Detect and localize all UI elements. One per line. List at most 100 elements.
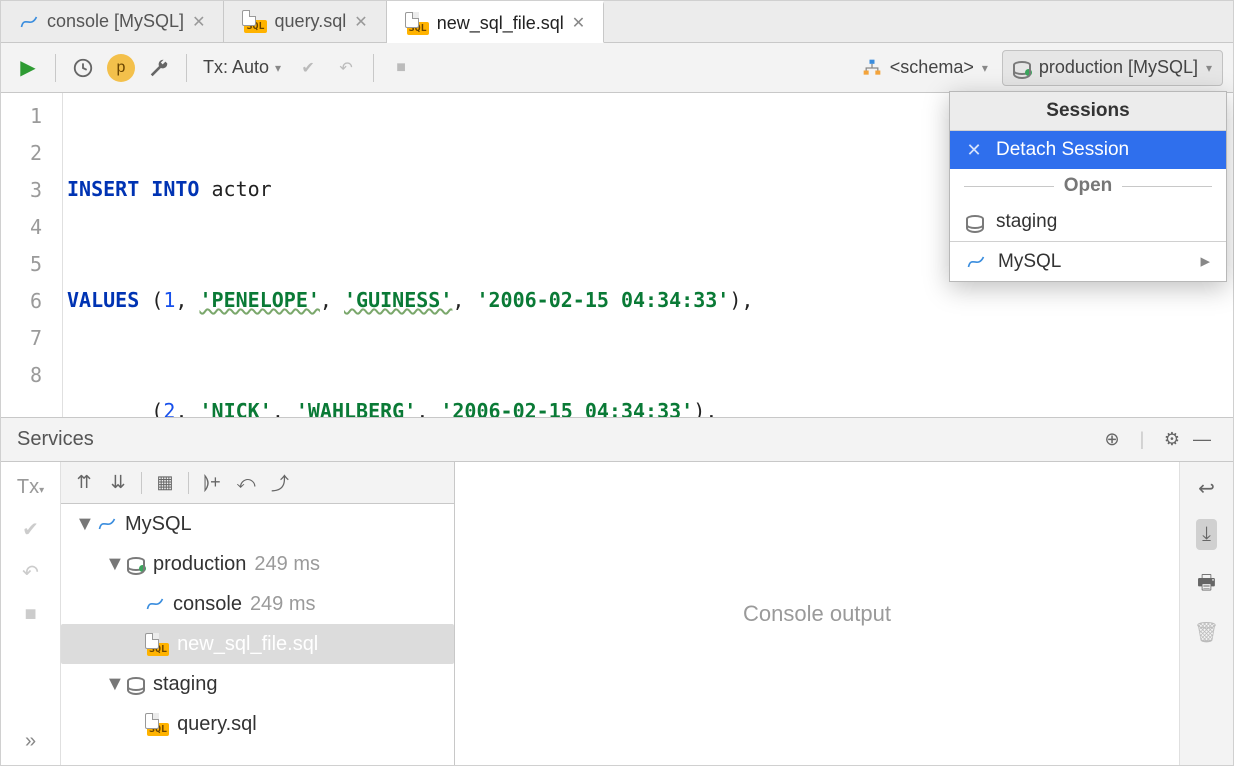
more-icon[interactable]: » xyxy=(25,730,36,753)
tree-node-query-sql[interactable]: SQL query.sql xyxy=(61,704,454,744)
tx-label: Tx: Auto xyxy=(203,57,269,78)
tree-node-new-sql-file[interactable]: SQL new_sql_file.sql xyxy=(61,624,454,664)
chevron-down-icon: ▼ xyxy=(75,513,89,536)
sql-file-icon: SQL xyxy=(405,12,429,35)
chevron-down-icon: ▾ xyxy=(982,61,988,75)
chevron-down-icon: ▾ xyxy=(1206,61,1212,75)
history-icon xyxy=(72,57,94,79)
sql-file-icon: SQL xyxy=(145,713,169,736)
tab-label: query.sql xyxy=(275,11,347,32)
commit-icon[interactable]: ✔ xyxy=(22,517,39,542)
node-label: production xyxy=(153,553,246,576)
node-meta: 249 ms xyxy=(254,553,320,576)
datasource-icon xyxy=(97,514,117,534)
node-label: new_sql_file.sql xyxy=(177,633,318,656)
stop-icon[interactable]: ■ xyxy=(24,603,36,626)
scroll-to-end-icon[interactable]: ⤓ xyxy=(1196,519,1217,550)
soft-wrap-icon[interactable]: ↩ xyxy=(1198,476,1215,501)
chevron-down-icon: ▼ xyxy=(105,673,119,696)
services-tree-pane: ⇈ ⇊ ▦ ⟭+ ⤺ ⤴ ▼ MySQL ▼ production xyxy=(61,462,455,765)
gutter: 1 2 3 4 5 6 7 8 xyxy=(1,93,63,417)
console-output: Console output xyxy=(455,462,1179,765)
item-label: staging xyxy=(996,211,1057,233)
panel-title: Services xyxy=(17,428,94,451)
line-number: 5 xyxy=(1,245,62,282)
node-label: console xyxy=(173,593,242,616)
sessions-dropdown: Sessions ✕ Detach Session Open staging M… xyxy=(949,91,1227,282)
detach-session-item[interactable]: ✕ Detach Session xyxy=(950,131,1226,169)
gear-icon[interactable]: ⚙ xyxy=(1157,429,1187,450)
line-number: 7 xyxy=(1,319,62,356)
collapse-all-icon[interactable]: ⇊ xyxy=(103,472,133,493)
open-divider: Open xyxy=(950,169,1226,203)
db-label: production [MySQL] xyxy=(1039,57,1198,78)
services-rightbar: ↩ ⤓ 🖶 🗑 xyxy=(1179,462,1233,765)
node-label: MySQL xyxy=(125,513,192,536)
tree-node-production[interactable]: ▼ production 249 ms xyxy=(61,544,454,584)
wrench-icon xyxy=(148,57,170,79)
services-tree[interactable]: ▼ MySQL ▼ production 249 ms console 249 … xyxy=(61,504,454,765)
services-panel: Services ⊕ | ⚙ — Tx▾ ✔ ↶ ■ » ⇈ ⇊ ▦ ⟭+ ⤺ … xyxy=(1,418,1233,765)
schema-selector[interactable]: <schema> ▾ xyxy=(852,50,998,86)
line-number: 4 xyxy=(1,208,62,245)
database-icon xyxy=(966,215,984,229)
minimize-icon[interactable]: — xyxy=(1187,429,1217,450)
tab-console[interactable]: console [MySQL] ✕ xyxy=(1,1,224,42)
datasource-mysql[interactable]: MySQL ▸ xyxy=(950,242,1226,281)
expand-all-icon[interactable]: ⇈ xyxy=(69,472,99,493)
line-number: 2 xyxy=(1,134,62,171)
database-icon xyxy=(127,557,145,571)
services-leftbar: Tx▾ ✔ ↶ ■ » xyxy=(1,462,61,765)
tree-node-mysql[interactable]: ▼ MySQL xyxy=(61,504,454,544)
branch-icon[interactable]: ⤺ xyxy=(231,472,261,493)
database-icon xyxy=(127,677,145,691)
chevron-right-icon: ▸ xyxy=(1200,250,1210,273)
services-header: Services ⊕ | ⚙ — xyxy=(1,418,1233,462)
rollback-button[interactable]: ↶ xyxy=(329,51,363,85)
tab-new-sql-file[interactable]: SQL new_sql_file.sql ✕ xyxy=(387,1,605,43)
tree-node-console[interactable]: console 249 ms xyxy=(61,584,454,624)
session-selector[interactable]: production [MySQL] ▾ xyxy=(1002,50,1223,86)
tab-label: console [MySQL] xyxy=(47,11,184,32)
datasource-icon xyxy=(19,12,39,32)
node-meta: 249 ms xyxy=(250,593,316,616)
node-label: query.sql xyxy=(177,713,257,736)
group-icon[interactable]: ▦ xyxy=(150,472,180,493)
run-button[interactable]: ▶ xyxy=(11,51,45,85)
line-number: 1 xyxy=(1,97,62,134)
filter-icon[interactable]: ⟭+ xyxy=(197,472,227,493)
chevron-down-icon: ▾ xyxy=(275,61,281,75)
item-label: MySQL xyxy=(998,251,1061,273)
tx-mode-selector[interactable]: Tx: Auto ▾ xyxy=(197,57,287,78)
close-icon[interactable]: ✕ xyxy=(192,12,205,32)
merge-icon[interactable]: ⤴ xyxy=(265,470,295,496)
tree-node-staging[interactable]: ▼ staging xyxy=(61,664,454,704)
trash-icon[interactable]: 🗑 xyxy=(1194,620,1219,645)
editor-tabs: console [MySQL] ✕ SQL query.sql ✕ SQL ne… xyxy=(1,1,1233,43)
schema-label: <schema> xyxy=(890,57,974,78)
tx-label[interactable]: Tx▾ xyxy=(17,476,44,499)
settings-button[interactable] xyxy=(142,51,176,85)
commit-button[interactable]: ✔ xyxy=(291,51,325,85)
print-icon[interactable]: 🖶 xyxy=(1197,568,1216,602)
services-toolbar: ⇈ ⇊ ▦ ⟭+ ⤺ ⤴ xyxy=(61,462,454,504)
cancel-button[interactable]: ■ xyxy=(384,51,418,85)
rollback-icon[interactable]: ↶ xyxy=(22,560,39,585)
database-icon xyxy=(1013,61,1031,75)
sql-file-icon: SQL xyxy=(242,10,266,33)
close-icon[interactable]: ✕ xyxy=(572,13,585,33)
tab-query[interactable]: SQL query.sql ✕ xyxy=(224,1,386,42)
close-icon[interactable]: ✕ xyxy=(354,12,367,32)
line-number: 8 xyxy=(1,356,62,393)
datasource-icon xyxy=(145,594,165,614)
close-icon: ✕ xyxy=(966,140,982,161)
history-button[interactable] xyxy=(66,51,100,85)
dropdown-title: Sessions xyxy=(950,92,1226,131)
chevron-down-icon: ▼ xyxy=(105,553,119,576)
session-staging[interactable]: staging xyxy=(950,203,1226,241)
playground-button[interactable]: p xyxy=(104,51,138,85)
line-number: 6 xyxy=(1,282,62,319)
target-icon[interactable]: ⊕ xyxy=(1097,429,1127,450)
tab-label: new_sql_file.sql xyxy=(437,13,564,34)
node-label: staging xyxy=(153,673,218,696)
